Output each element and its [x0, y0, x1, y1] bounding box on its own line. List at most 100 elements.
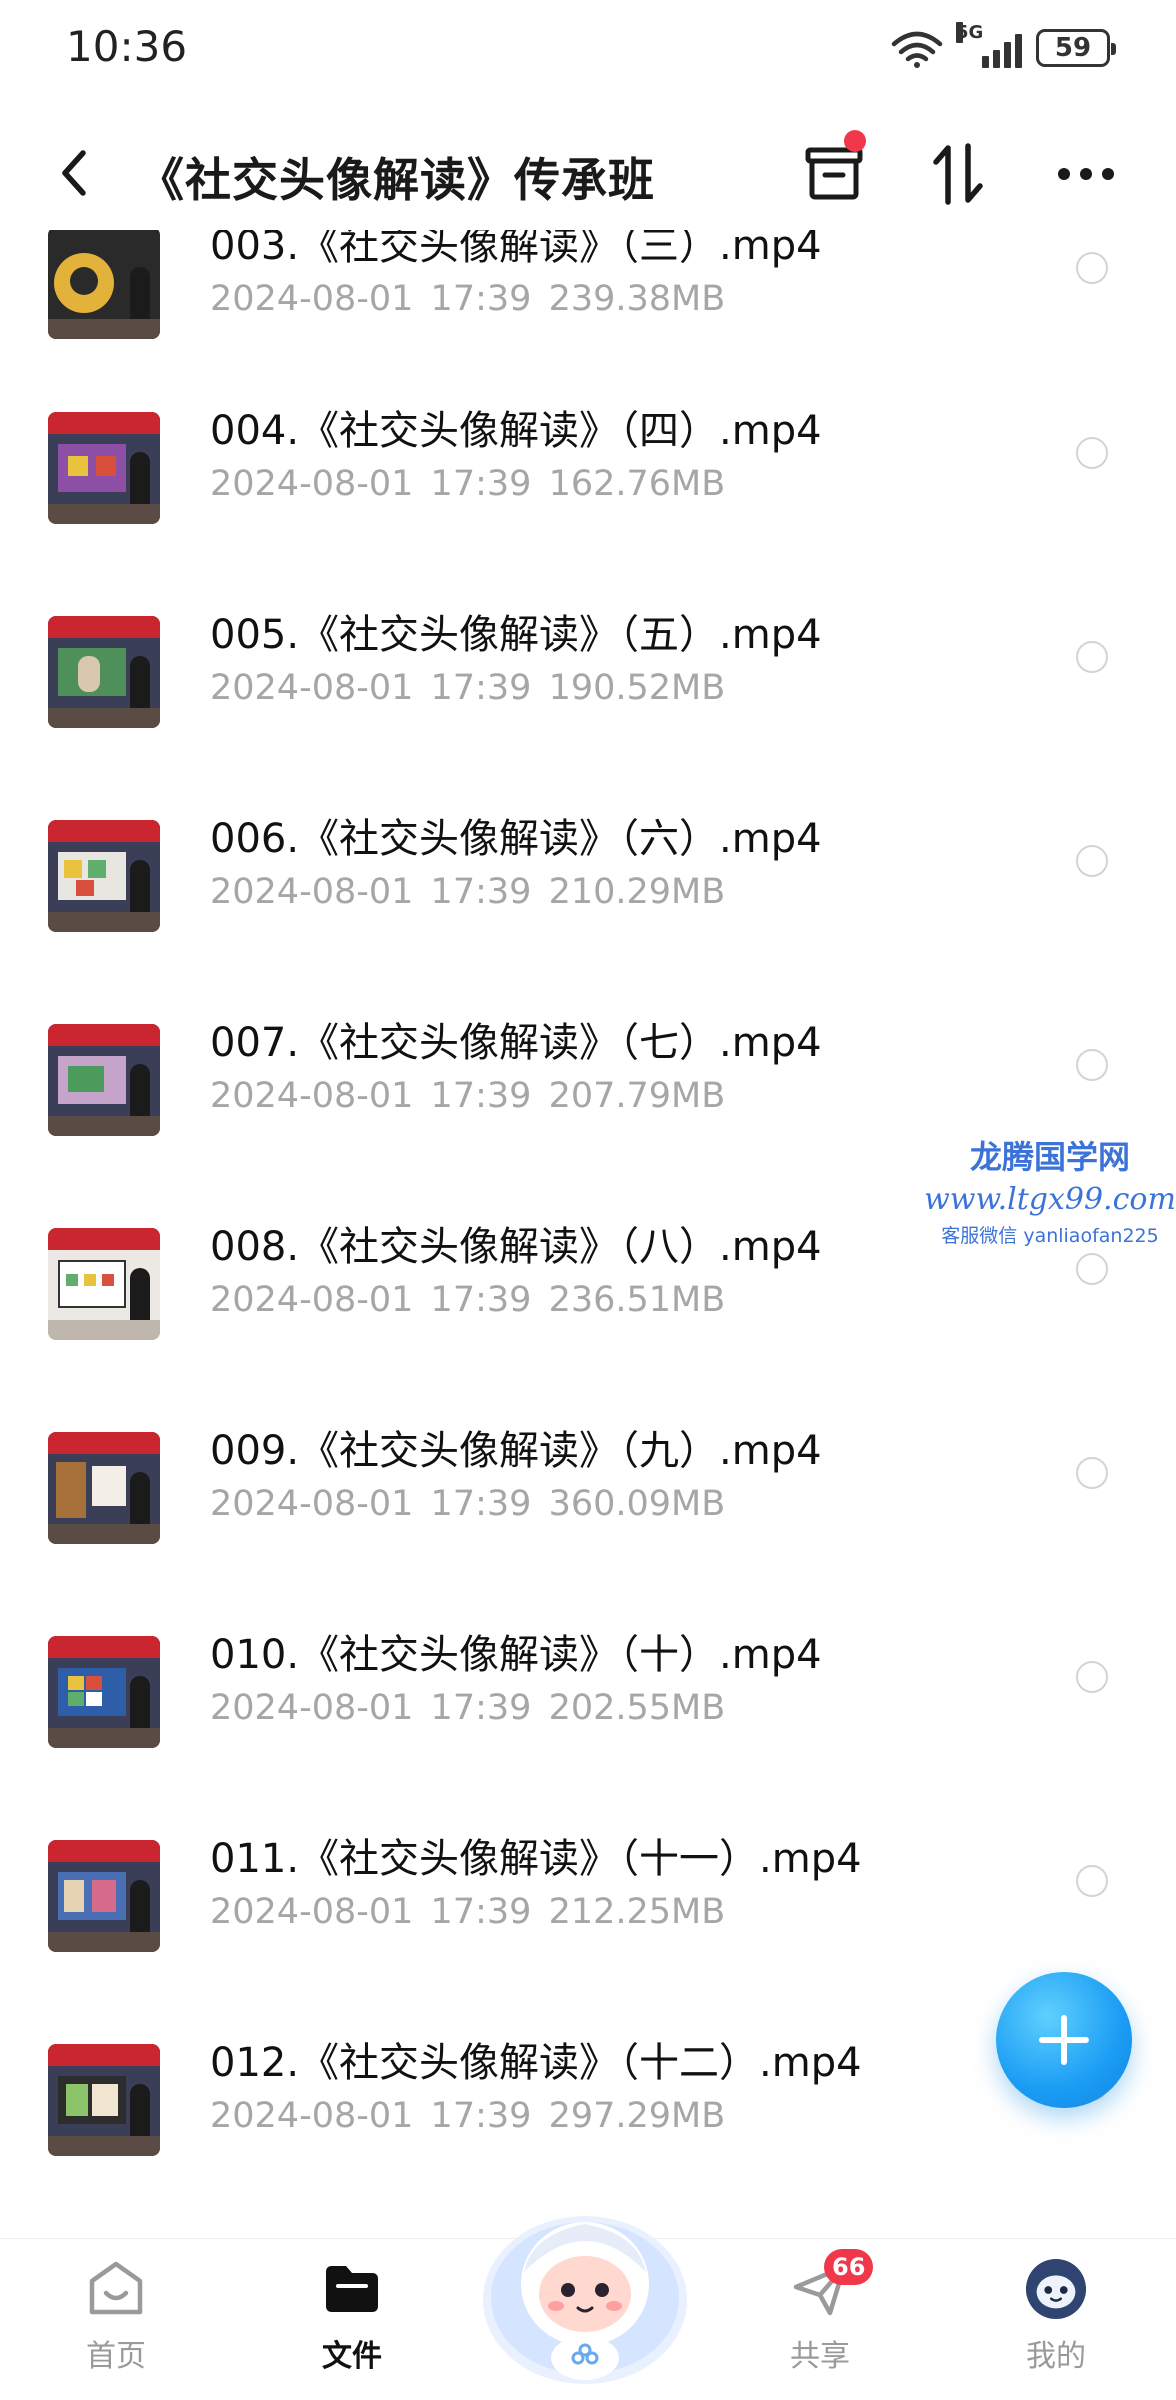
select-radio[interactable]: [1076, 252, 1108, 284]
nav-item-me[interactable]: 我的: [976, 2257, 1136, 2375]
file-name: 011.《社交头像解读》（十一）.mp4: [210, 1836, 862, 1882]
file-date: 2024-08-01: [210, 1892, 414, 1932]
file-time: 17:39: [430, 1688, 532, 1728]
list-item[interactable]: 009.《社交头像解读》（九）.mp4 2024-08-01 17:39 360…: [0, 1428, 1176, 1636]
send-icon: 66: [788, 2249, 874, 2321]
status-bar: 10:36 5G 59: [0, 0, 1176, 100]
notification-dot: [844, 130, 866, 152]
file-name: 008.《社交头像解读》（八）.mp4: [210, 1224, 822, 1270]
video-thumbnail: [48, 616, 160, 728]
file-meta: 2024-08-01 17:39 202.55MB: [210, 1688, 725, 1728]
file-meta: 2024-08-01 17:39 210.29MB: [210, 872, 725, 912]
file-date: 2024-08-01: [210, 1280, 414, 1320]
video-thumbnail: [48, 230, 160, 339]
plus-icon: [1039, 2015, 1089, 2065]
file-time: 17:39: [430, 279, 532, 319]
file-size: 297.29MB: [548, 2096, 726, 2136]
share-badge: 66: [824, 2249, 874, 2285]
file-size: 190.52MB: [548, 668, 726, 708]
file-date: 2024-08-01: [210, 668, 414, 708]
select-radio[interactable]: [1076, 1457, 1108, 1489]
file-name: 009.《社交头像解读》（九）.mp4: [210, 1428, 822, 1474]
video-thumbnail: [48, 1228, 160, 1340]
mascot-assistant-icon[interactable]: [478, 2180, 692, 2386]
file-name: 003.《社交头像解读》（三）.mp4: [210, 230, 822, 269]
folder-icon: [320, 2257, 384, 2321]
nav-label-share: 共享: [790, 2339, 850, 2374]
file-meta: 2024-08-01 17:39 190.52MB: [210, 668, 725, 708]
select-radio[interactable]: [1076, 641, 1108, 673]
list-item[interactable]: 006.《社交头像解读》（六）.mp4 2024-08-01 17:39 210…: [0, 816, 1176, 1024]
home-smile-icon: [84, 2257, 148, 2321]
watermark-url: www.ltgx99.com: [924, 1182, 1176, 1217]
watermark-title: 龙腾国学网: [969, 1138, 1130, 1176]
watermark: 龙腾国学网 www.ltgx99.com 客服微信 yanliaofan225: [920, 1132, 1176, 1248]
status-time: 10:36: [66, 22, 188, 71]
list-item[interactable]: 011.《社交头像解读》（十一）.mp4 2024-08-01 17:39 21…: [0, 1836, 1176, 2044]
sort-button[interactable]: [922, 138, 994, 210]
file-time: 17:39: [430, 1892, 532, 1932]
more-button[interactable]: [1050, 138, 1122, 210]
file-time: 17:39: [430, 1280, 532, 1320]
file-time: 17:39: [430, 668, 532, 708]
select-radio[interactable]: [1076, 845, 1108, 877]
header: 《社交头像解读》传承班: [0, 120, 1176, 230]
file-size: 207.79MB: [548, 1076, 726, 1116]
video-thumbnail: [48, 1636, 160, 1748]
file-meta: 2024-08-01 17:39 236.51MB: [210, 1280, 725, 1320]
list-item[interactable]: 012.《社交头像解读》（十二）.mp4 2024-08-01 17:39 29…: [0, 2040, 1176, 2195]
file-meta: 2024-08-01 17:39 360.09MB: [210, 1484, 725, 1524]
file-meta: 2024-08-01 17:39 239.38MB: [210, 279, 725, 319]
list-item[interactable]: 010.《社交头像解读》（十）.mp4 2024-08-01 17:39 202…: [0, 1632, 1176, 1840]
file-size: 236.51MB: [548, 1280, 726, 1320]
video-thumbnail: [48, 1840, 160, 1952]
file-date: 2024-08-01: [210, 1076, 414, 1116]
file-name: 006.《社交头像解读》（六）.mp4: [210, 816, 822, 862]
video-thumbnail: [48, 412, 160, 524]
select-radio[interactable]: [1076, 437, 1108, 469]
battery-level: 59: [1054, 33, 1092, 63]
nav-item-share[interactable]: 66 共享: [740, 2249, 900, 2375]
select-radio[interactable]: [1076, 1865, 1108, 1897]
file-name: 012.《社交头像解读》（十二）.mp4: [210, 2040, 862, 2086]
select-radio[interactable]: [1076, 1661, 1108, 1693]
file-size: 360.09MB: [548, 1484, 726, 1524]
file-time: 17:39: [430, 872, 532, 912]
network-type: 5G: [956, 22, 984, 43]
file-meta: 2024-08-01 17:39 207.79MB: [210, 1076, 725, 1116]
file-date: 2024-08-01: [210, 279, 414, 319]
select-radio[interactable]: [1076, 1253, 1108, 1285]
video-thumbnail: [48, 1024, 160, 1136]
nav-item-files[interactable]: 文件: [272, 2257, 432, 2375]
sort-arrows-icon: [933, 143, 983, 205]
file-date: 2024-08-01: [210, 872, 414, 912]
file-date: 2024-08-01: [210, 1688, 414, 1728]
file-size: 202.55MB: [548, 1688, 726, 1728]
file-name: 004.《社交头像解读》（四）.mp4: [210, 408, 822, 454]
list-item[interactable]: 005.《社交头像解读》（五）.mp4 2024-08-01 17:39 190…: [0, 612, 1176, 820]
page-title: 《社交头像解读》传承班: [138, 153, 655, 207]
file-time: 17:39: [430, 1076, 532, 1116]
archive-button[interactable]: [798, 130, 870, 210]
list-item[interactable]: 003.《社交头像解读》（三）.mp4 2024-08-01 17:39 239…: [0, 230, 1176, 339]
nav-item-home[interactable]: 首页: [36, 2257, 196, 2375]
file-time: 17:39: [430, 464, 532, 504]
select-radio[interactable]: [1076, 1049, 1108, 1081]
file-size: 239.38MB: [548, 279, 726, 319]
file-meta: 2024-08-01 17:39 212.25MB: [210, 1892, 725, 1932]
chevron-left-icon: [62, 150, 86, 196]
file-meta: 2024-08-01 17:39 162.76MB: [210, 464, 725, 504]
back-button[interactable]: [44, 138, 104, 208]
video-thumbnail: [48, 1432, 160, 1544]
file-name: 007.《社交头像解读》（七）.mp4: [210, 1020, 822, 1066]
file-size: 210.29MB: [548, 872, 726, 912]
file-date: 2024-08-01: [210, 2096, 414, 2136]
file-date: 2024-08-01: [210, 464, 414, 504]
add-button[interactable]: [996, 1972, 1132, 2108]
file-meta: 2024-08-01 17:39 297.29MB: [210, 2096, 725, 2136]
file-size: 162.76MB: [548, 464, 726, 504]
file-size: 212.25MB: [548, 1892, 726, 1932]
list-item[interactable]: 004.《社交头像解读》（四）.mp4 2024-08-01 17:39 162…: [0, 408, 1176, 616]
video-thumbnail: [48, 820, 160, 932]
list-item[interactable]: 008.《社交头像解读》（八）.mp4 2024-08-01 17:39 236…: [0, 1224, 1176, 1432]
